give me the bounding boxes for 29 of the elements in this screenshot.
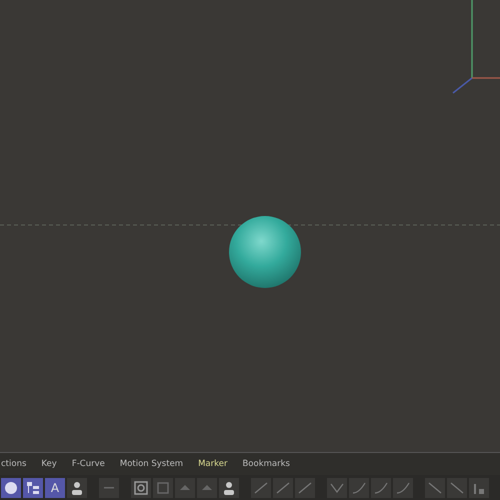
ramp-icon — [298, 480, 312, 494]
axis-gizmo-icon[interactable] — [452, 0, 500, 94]
tree-icon — [26, 480, 40, 494]
toolbar-button[interactable] — [23, 478, 43, 498]
diag-icon — [450, 480, 464, 494]
menu-item[interactable]: Bookmarks — [242, 459, 290, 469]
ramp-icon — [276, 480, 290, 494]
toolbar-button[interactable] — [219, 478, 239, 498]
menu-item[interactable]: F-Curve — [72, 459, 105, 469]
curve-icon — [396, 480, 410, 494]
toolbar-button[interactable] — [1, 478, 21, 498]
minus-icon — [104, 486, 114, 488]
menu-item[interactable]: Motion System — [120, 459, 184, 469]
menu-item[interactable]: Key — [41, 459, 57, 469]
menu-item[interactable]: Marker — [198, 459, 228, 469]
person-icon — [222, 480, 236, 494]
toolbar-button[interactable] — [67, 478, 87, 498]
sphere-icon — [4, 480, 18, 494]
curve-icon — [374, 480, 388, 494]
toolbar-button[interactable] — [131, 478, 151, 498]
square-icon — [156, 480, 170, 494]
person-icon — [70, 480, 84, 494]
frame-icon — [134, 480, 148, 494]
curve-icon — [352, 480, 366, 494]
text-tool-button[interactable]: A — [45, 478, 65, 498]
sphere[interactable] — [229, 216, 301, 288]
ramp-icon — [254, 480, 268, 494]
menu-item[interactable]: ctions — [1, 459, 26, 469]
diag-icon — [428, 480, 442, 494]
